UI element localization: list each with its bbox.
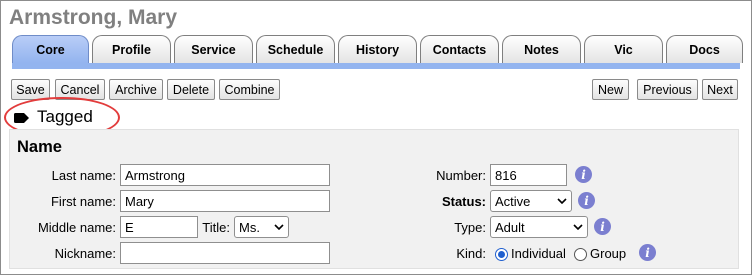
type-label: Type: bbox=[454, 220, 486, 235]
page-title: Armstrong, Mary bbox=[9, 6, 178, 29]
tab-service[interactable]: Service bbox=[174, 35, 253, 63]
status-select[interactable]: Active bbox=[490, 190, 572, 212]
chevron-down-icon bbox=[557, 198, 567, 204]
kind-group-label[interactable]: Group bbox=[590, 246, 626, 261]
kind-individual-label[interactable]: Individual bbox=[511, 246, 566, 261]
tab-notes[interactable]: Notes bbox=[502, 35, 581, 63]
type-info-icon[interactable]: i bbox=[594, 218, 611, 235]
number-info-icon[interactable]: i bbox=[575, 166, 592, 183]
tab-contacts[interactable]: Contacts bbox=[420, 35, 499, 63]
title-select-value: Ms. bbox=[239, 219, 260, 235]
last-name-label: Last name: bbox=[51, 168, 116, 183]
tab-docs[interactable]: Docs bbox=[666, 35, 743, 63]
status-select-value: Active bbox=[495, 193, 531, 209]
middle-name-input[interactable]: E bbox=[120, 216, 198, 238]
status-info-icon[interactable]: i bbox=[578, 192, 595, 209]
chevron-down-icon bbox=[573, 224, 583, 230]
archive-button[interactable]: Archive bbox=[109, 79, 163, 100]
nickname-label: Nickname: bbox=[54, 246, 116, 261]
number-input[interactable]: 816 bbox=[490, 164, 567, 186]
tag-icon bbox=[14, 113, 29, 123]
first-name-input[interactable]: Mary bbox=[120, 190, 330, 212]
tagged-label: Tagged bbox=[37, 107, 93, 126]
number-label: Number: bbox=[436, 168, 486, 183]
tab-history[interactable]: History bbox=[338, 35, 417, 63]
section-title: Name bbox=[17, 138, 62, 156]
title-select[interactable]: Ms. bbox=[234, 216, 289, 238]
previous-button[interactable]: Previous bbox=[637, 79, 698, 100]
chevron-down-icon bbox=[274, 224, 284, 230]
tab-bar: Core Profile Service Schedule History Co… bbox=[12, 35, 743, 63]
tab-profile[interactable]: Profile bbox=[92, 35, 171, 63]
delete-button[interactable]: Delete bbox=[167, 79, 215, 100]
next-button[interactable]: Next bbox=[702, 79, 738, 100]
tab-vic[interactable]: Vic bbox=[584, 35, 663, 63]
kind-individual-radio[interactable] bbox=[495, 248, 508, 261]
title-label: Title: bbox=[202, 220, 230, 235]
name-panel bbox=[9, 129, 739, 269]
kind-info-icon[interactable]: i bbox=[639, 244, 656, 261]
type-select-value: Adult bbox=[495, 219, 525, 235]
tab-core[interactable]: Core bbox=[12, 35, 89, 63]
type-select[interactable]: Adult bbox=[490, 216, 588, 238]
middle-name-label: Middle name: bbox=[37, 220, 116, 235]
last-name-input[interactable]: Armstrong bbox=[120, 164, 330, 186]
tab-underline bbox=[12, 63, 740, 69]
status-label: Status: bbox=[441, 194, 486, 209]
kind-group-radio[interactable] bbox=[574, 248, 587, 261]
combine-button[interactable]: Combine bbox=[219, 79, 280, 100]
nickname-input[interactable] bbox=[120, 242, 330, 264]
kind-label: Kind: bbox=[456, 246, 486, 261]
first-name-label: First name: bbox=[50, 194, 116, 209]
new-button[interactable]: New bbox=[592, 79, 629, 100]
tab-schedule[interactable]: Schedule bbox=[256, 35, 335, 63]
